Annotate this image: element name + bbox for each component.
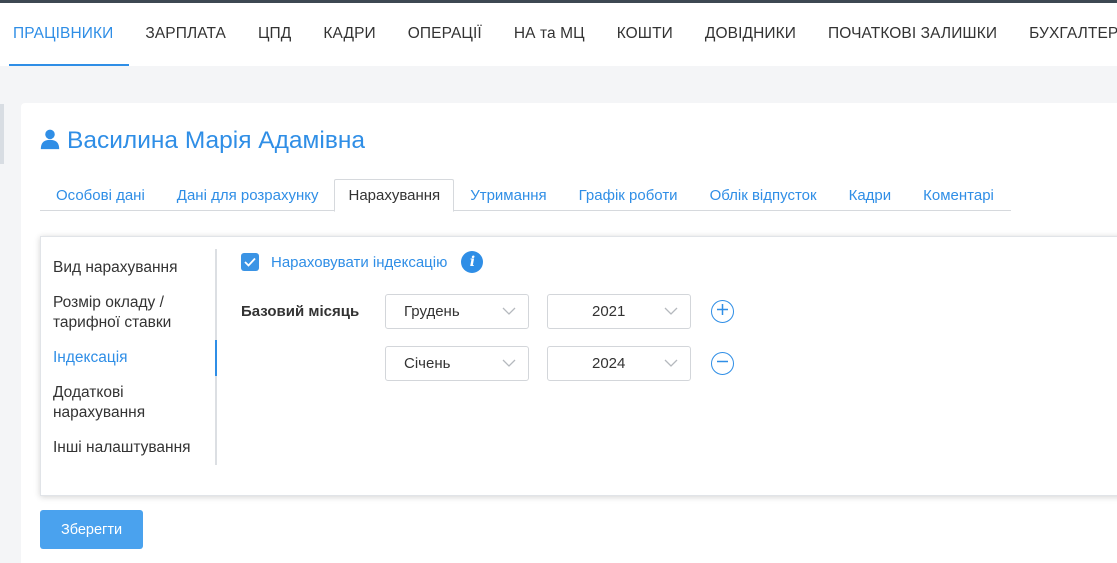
top-navigation-bar: ПРАЦІВНИКИ ЗАРПЛАТА ЦПД КАДРИ ОПЕРАЦІЇ Н… [0, 0, 1117, 66]
nav-item-funds[interactable]: КОШТИ [601, 3, 689, 66]
side-item-salary-rate[interactable]: Розмір окладу / тарифної ставки [41, 293, 217, 333]
nav-item-civil-contracts[interactable]: ЦПД [242, 3, 307, 66]
tab-personal-data[interactable]: Особові дані [40, 179, 161, 211]
year-select-1[interactable]: 2021 [547, 294, 691, 329]
chevron-down-icon [664, 355, 690, 372]
month-select-value: Січень [404, 355, 451, 372]
nav-item-assets[interactable]: НА та МЦ [498, 3, 601, 66]
left-sidebar-edge [0, 104, 4, 164]
indexation-checkbox-label[interactable]: Нараховувати індексацію [271, 254, 447, 271]
accruals-panel: Вид нарахування Розмір окладу / тарифної… [40, 236, 1117, 496]
accruals-side-menu: Вид нарахування Розмір окладу / тарифної… [41, 249, 217, 465]
add-period-button[interactable] [711, 300, 734, 323]
tab-accruals[interactable]: Нарахування [334, 179, 455, 212]
main-nav: ПРАЦІВНИКИ ЗАРПЛАТА ЦПД КАДРИ ОПЕРАЦІЇ Н… [0, 3, 1117, 66]
month-select-value: Грудень [404, 303, 460, 320]
user-icon [39, 128, 67, 155]
tab-comments[interactable]: Коментарі [907, 179, 1010, 211]
employee-card: Василина Марія Адамівна Особові дані Дан… [21, 103, 1117, 563]
nav-item-employees[interactable]: ПРАЦІВНИКИ [9, 3, 130, 66]
chevron-down-icon [502, 303, 528, 320]
side-item-additional-accruals[interactable]: Додаткові нарахування [41, 383, 217, 423]
nav-item-personnel[interactable]: КАДРИ [307, 3, 391, 66]
employee-name: Василина Марія Адамівна [67, 127, 366, 154]
indexation-checkbox[interactable] [241, 253, 259, 271]
minus-icon [716, 355, 729, 373]
month-select-1[interactable]: Грудень [385, 294, 529, 329]
indexation-checkbox-row: Нараховувати індексацію i [241, 251, 484, 273]
nav-item-directories[interactable]: ДОВІДНИКИ [689, 3, 812, 66]
chevron-down-icon [664, 303, 690, 320]
tab-work-schedule[interactable]: Графік роботи [563, 179, 694, 211]
nav-item-salary[interactable]: ЗАРПЛАТА [129, 3, 242, 66]
nav-item-operations[interactable]: ОПЕРАЦІЇ [392, 3, 498, 66]
info-icon[interactable]: i [461, 251, 484, 273]
year-select-value: 2021 [592, 303, 626, 320]
side-item-accrual-type[interactable]: Вид нарахування [41, 258, 217, 278]
side-item-other-settings[interactable]: Інші налаштування [41, 438, 217, 458]
side-item-indexation[interactable]: Індексація [41, 348, 217, 368]
nav-item-accounting[interactable]: БУХГАЛТЕРІЯ [1013, 3, 1117, 66]
nav-item-opening-balances[interactable]: ПОЧАТКОВІ ЗАЛИШКИ [812, 3, 1013, 66]
base-month-label: Базовий місяць [241, 303, 360, 320]
tab-calculation-data[interactable]: Дані для розрахунку [161, 179, 335, 211]
plus-icon [716, 303, 729, 321]
tab-deductions[interactable]: Утримання [454, 179, 562, 211]
employee-header: Василина Марія Адамівна [39, 127, 365, 155]
chevron-down-icon [502, 355, 528, 372]
year-select-value: 2024 [592, 355, 626, 372]
tab-personnel[interactable]: Кадри [833, 179, 908, 211]
side-active-indicator [215, 340, 217, 376]
save-button[interactable]: Зберегти [40, 510, 143, 549]
employee-tabs: Особові дані Дані для розрахунку Нарахув… [40, 179, 1011, 212]
remove-period-button[interactable] [711, 352, 734, 375]
month-select-2[interactable]: Січень [385, 346, 529, 381]
year-select-2[interactable]: 2024 [547, 346, 691, 381]
tab-vacation-records[interactable]: Облік відпусток [694, 179, 833, 211]
